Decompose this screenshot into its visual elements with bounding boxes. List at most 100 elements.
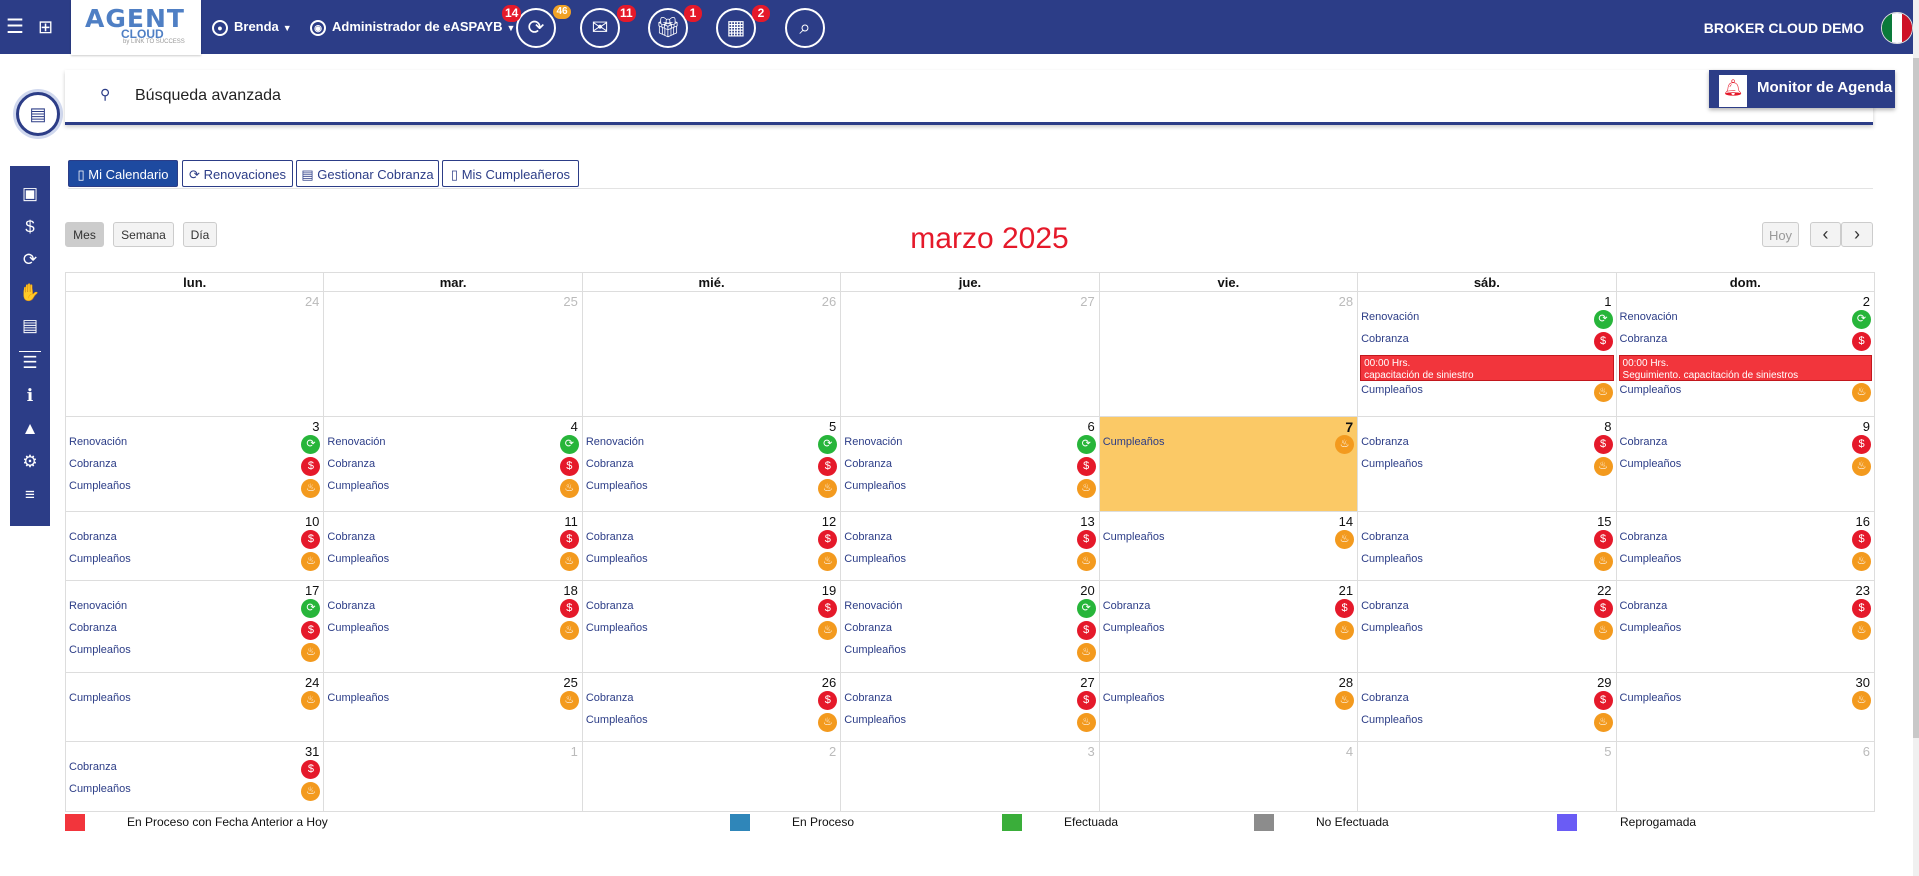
day-number[interactable]: 3 xyxy=(841,742,1098,760)
calendar-day[interactable]: 20 Renovación ⟳ Cobranza $ Cumpleaños ♨ xyxy=(840,580,1100,673)
event-ren[interactable]: Renovación ⟳ xyxy=(66,599,323,621)
event-cum[interactable]: Cumpleaños ♨ xyxy=(583,621,840,643)
day-number[interactable]: 26 xyxy=(583,673,840,691)
billing-icon[interactable]: ▤ xyxy=(10,316,50,336)
calendar-day[interactable]: 14 Cumpleaños ♨ xyxy=(1098,511,1359,581)
day-number[interactable]: 18 xyxy=(324,581,581,599)
calendar-day[interactable]: 25 Cumpleaños ♨ xyxy=(323,672,583,742)
calendar-day[interactable]: 1 Renovación ⟳ Cobranza $00:00 Hrs. capacitac… xyxy=(1357,291,1617,417)
event-ren[interactable]: Renovación ⟳ xyxy=(583,435,840,457)
day-number[interactable]: 28 xyxy=(1100,673,1357,691)
day-number[interactable]: 2 xyxy=(1617,292,1874,310)
event-cum[interactable]: Cumpleaños ♨ xyxy=(1358,621,1615,643)
event-cum[interactable]: Cumpleaños ♨ xyxy=(841,479,1098,501)
event-cob[interactable]: Cobranza $ xyxy=(583,457,840,479)
event-ren[interactable]: Renovación ⟳ xyxy=(841,435,1098,457)
calendar-day[interactable]: 2 Renovación ⟳ Cobranza $00:00 Hrs. Seguimien… xyxy=(1615,291,1876,417)
calendar-day[interactable]: 26 Cobranza $ Cumpleaños ♨ xyxy=(581,672,842,742)
day-number[interactable]: 5 xyxy=(583,417,840,435)
user-menu[interactable]: ● Brenda ▼ xyxy=(212,0,292,55)
calendar-day-today[interactable]: 7 Cumpleaños ♨ xyxy=(1098,416,1359,512)
event-ren[interactable]: Renovación ⟳ xyxy=(841,599,1098,621)
event-cum[interactable]: Cumpleaños ♨ xyxy=(66,691,323,713)
help-manual-icon[interactable]: ▤ xyxy=(16,92,60,136)
handshake-icon[interactable]: ✋ xyxy=(10,283,50,303)
day-number[interactable]: 25 xyxy=(324,673,581,691)
day-number[interactable]: 28 xyxy=(1100,292,1357,310)
day-number[interactable]: 12 xyxy=(583,512,840,530)
day-number[interactable]: 8 xyxy=(1358,417,1615,435)
calendar-day[interactable]: 10 Cobranza $ Cumpleaños ♨ xyxy=(64,511,325,581)
day-number[interactable]: 4 xyxy=(324,417,581,435)
event-cob[interactable]: Cobranza $ xyxy=(1358,332,1615,354)
advanced-search-bar[interactable]: ⚲ Búsqueda avanzada xyxy=(65,70,1873,125)
appointment-event[interactable]: 00:00 Hrs. capacitación de siniestro xyxy=(1360,355,1614,381)
calendar-day[interactable]: 11 Cobranza $ Cumpleaños ♨ xyxy=(323,511,583,581)
day-number[interactable]: 26 xyxy=(583,292,840,310)
day-number[interactable]: 9 xyxy=(1617,417,1874,435)
next-month-button[interactable]: › xyxy=(1841,222,1873,247)
event-cob[interactable]: Cobranza $ xyxy=(1358,599,1615,621)
event-cum[interactable]: Cumpleaños ♨ xyxy=(1358,552,1615,574)
day-number[interactable]: 10 xyxy=(66,512,323,530)
calendar-day[interactable]: 28 Cumpleaños ♨ xyxy=(1098,672,1359,742)
calendar-day[interactable]: 12 Cobranza $ Cumpleaños ♨ xyxy=(581,511,842,581)
calendar-day[interactable]: 24 Cumpleaños ♨ xyxy=(64,672,325,742)
day-number[interactable]: 20 xyxy=(841,581,1098,599)
tab-mi-calendario[interactable]: ▯ Mi Calendario xyxy=(68,160,178,187)
day-number[interactable]: 30 xyxy=(1617,673,1874,691)
day-number[interactable]: 27 xyxy=(841,292,1098,310)
calendar-day[interactable]: 29 Cobranza $ Cumpleaños ♨ xyxy=(1357,672,1617,742)
event-cum[interactable]: Cumpleaños ♨ xyxy=(583,713,840,735)
calendar-day[interactable]: 1 xyxy=(323,741,583,812)
event-cum[interactable]: Cumpleaños ♨ xyxy=(841,713,1098,735)
event-cum[interactable]: Cumpleaños ♨ xyxy=(1100,435,1357,457)
event-cob[interactable]: Cobranza $ xyxy=(583,530,840,552)
event-cum[interactable]: Cumpleaños ♨ xyxy=(1358,713,1615,735)
calendar-day[interactable]: 27 Cobranza $ Cumpleaños ♨ xyxy=(840,672,1100,742)
add-list-icon[interactable]: ≡ xyxy=(10,485,50,505)
day-number[interactable]: 3 xyxy=(66,417,323,435)
calendar-day[interactable]: 24 xyxy=(64,291,325,417)
event-cum[interactable]: Cumpleaños ♨ xyxy=(1617,552,1874,574)
day-number[interactable]: 27 xyxy=(841,673,1098,691)
app-logo[interactable]: AGENT CLOUD by LINK TO SUCCESS xyxy=(71,0,201,55)
tab-mis-cumpleaneros[interactable]: ▯ Mis Cumpleañeros xyxy=(442,160,579,187)
event-cob[interactable]: Cobranza $ xyxy=(1617,599,1874,621)
calendar-day[interactable]: 4 xyxy=(1098,741,1359,812)
calendar-day[interactable]: 27 xyxy=(840,291,1100,417)
calendar-day[interactable]: 15 Cobranza $ Cumpleaños ♨ xyxy=(1357,511,1617,581)
event-cum[interactable]: Cumpleaños ♨ xyxy=(1617,383,1874,405)
day-number[interactable]: 6 xyxy=(1617,742,1874,760)
agenda-monitor-button[interactable]: 🔔︎ Monitor de Agenda xyxy=(1709,70,1895,108)
mail-button[interactable]: ✉ xyxy=(580,8,620,48)
event-cob[interactable]: Cobranza $ xyxy=(841,621,1098,643)
event-cum[interactable]: Cumpleaños ♨ xyxy=(66,643,323,665)
event-cum[interactable]: Cumpleaños ♨ xyxy=(324,479,581,501)
event-cob[interactable]: Cobranza $ xyxy=(841,691,1098,713)
event-ren[interactable]: Renovación ⟳ xyxy=(66,435,323,457)
day-number[interactable]: 6 xyxy=(841,417,1098,435)
calendar-day[interactable]: 6 Renovación ⟳ Cobranza $ Cumpleaños ♨ xyxy=(840,416,1100,512)
day-number[interactable]: 22 xyxy=(1358,581,1615,599)
calendar-day[interactable]: 2 xyxy=(581,741,842,812)
event-cum[interactable]: Cumpleaños ♨ xyxy=(1358,457,1615,479)
calendar-day[interactable]: 8 Cobranza $ Cumpleaños ♨ xyxy=(1357,416,1617,512)
contacts-sync-button[interactable]: ⟳ xyxy=(516,8,556,48)
calendar-day[interactable]: 26 xyxy=(581,291,842,417)
day-number[interactable]: 24 xyxy=(66,292,323,310)
calendar-day[interactable]: 3 Renovación ⟳ Cobranza $ Cumpleaños ♨ xyxy=(64,416,325,512)
calendar-day[interactable]: 28 xyxy=(1098,291,1359,417)
day-number[interactable]: 5 xyxy=(1358,742,1615,760)
calendar-day[interactable]: 21 Cobranza $ Cumpleaños ♨ xyxy=(1098,580,1359,673)
calendar-day[interactable]: 5 xyxy=(1357,741,1617,812)
event-cob[interactable]: Cobranza $ xyxy=(66,621,323,643)
event-cob[interactable]: Cobranza $ xyxy=(841,457,1098,479)
event-ren[interactable]: Renovación ⟳ xyxy=(324,435,581,457)
calendar-day[interactable]: 31 Cobranza $ Cumpleaños ♨ xyxy=(64,741,325,812)
calendar-button[interactable]: ▦ xyxy=(716,8,756,48)
event-cob[interactable]: Cobranza $ xyxy=(1617,530,1874,552)
event-cum[interactable]: Cumpleaños ♨ xyxy=(1617,691,1874,713)
event-cum[interactable]: Cumpleaños ♨ xyxy=(66,479,323,501)
event-cob[interactable]: Cobranza $ xyxy=(841,530,1098,552)
